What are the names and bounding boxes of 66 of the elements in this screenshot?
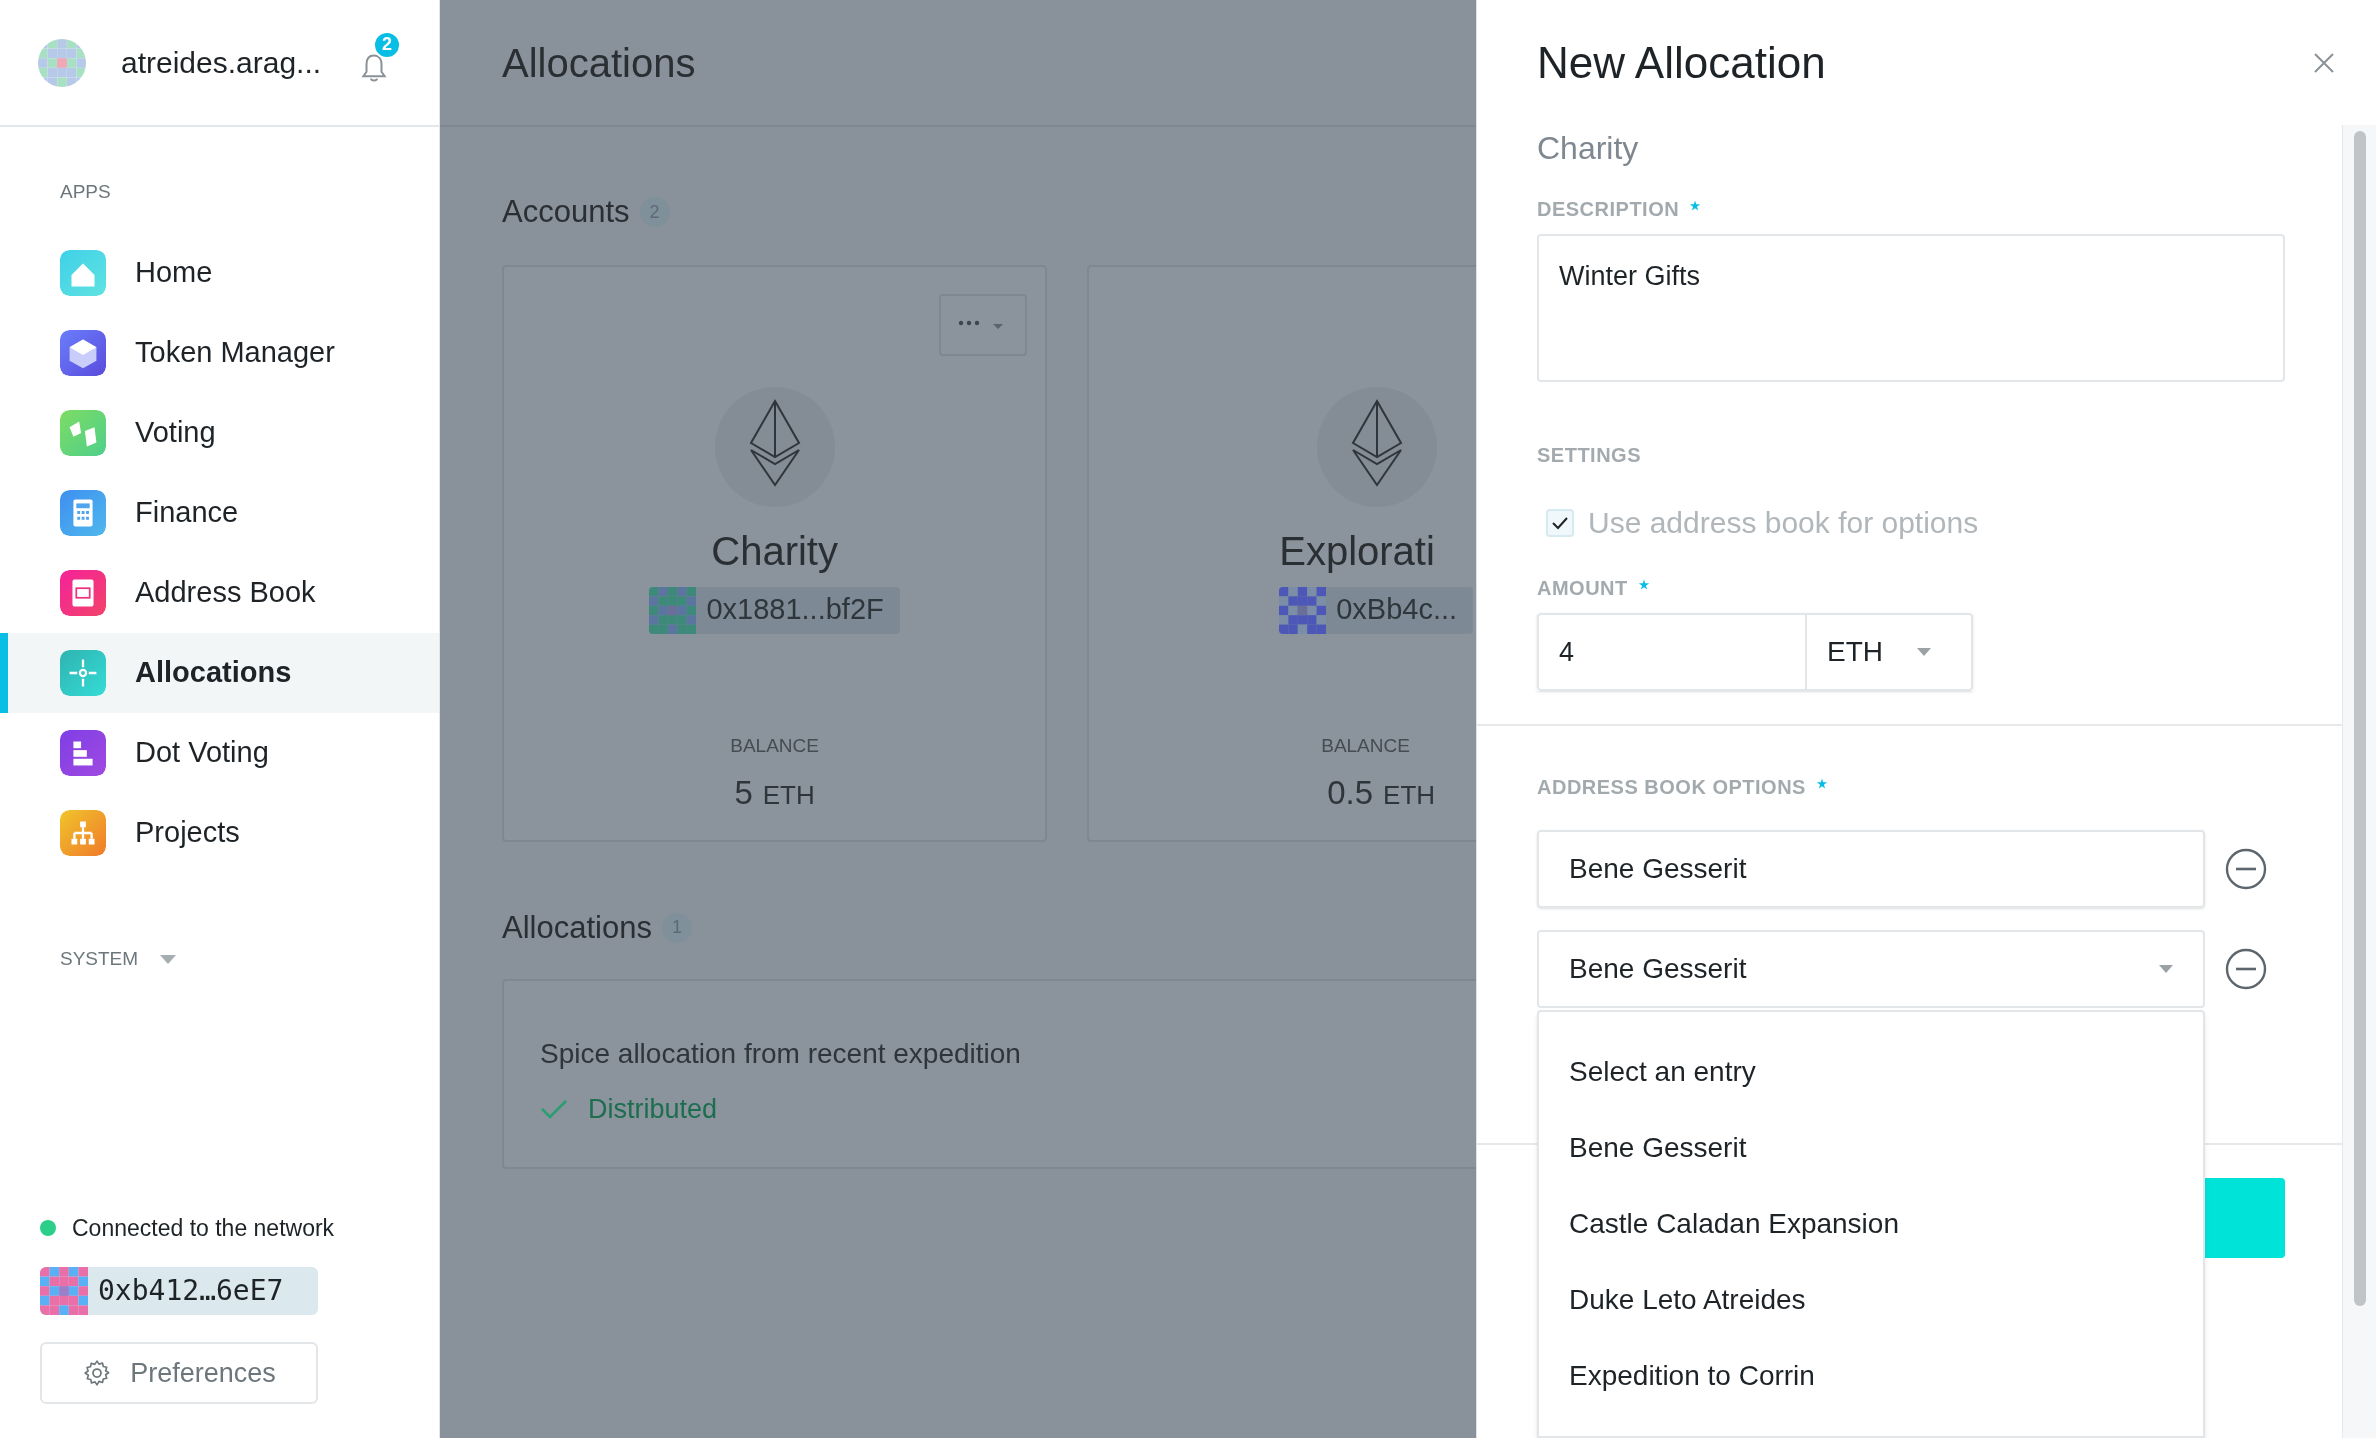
check-icon — [540, 1098, 568, 1121]
identicon-icon — [40, 1267, 88, 1315]
caret-icon — [1917, 648, 1931, 656]
home-app-icon — [60, 250, 106, 296]
entry-field[interactable]: Bene Gesserit — [1537, 830, 2205, 908]
panel-title: New Allocation — [1537, 36, 1826, 89]
addressbook-app-icon — [60, 570, 106, 616]
ethereum-icon — [714, 386, 835, 507]
section-heading: APPS — [59, 180, 112, 204]
remove-button[interactable] — [2225, 948, 2267, 990]
status-label: Distributed — [588, 1093, 718, 1126]
ethereum-icon — [1317, 386, 1438, 507]
amount-field[interactable]: 4 — [1537, 613, 1807, 691]
account-name: Charity — [711, 527, 838, 575]
minus-circle-icon — [2225, 848, 2267, 890]
token-app-icon — [60, 330, 106, 376]
minus-circle-icon — [2225, 948, 2267, 990]
dropdown-item[interactable]: Select an entry — [1539, 1034, 2203, 1110]
currency-unit: ETH — [1383, 779, 1436, 812]
field-label: AMOUNT — [1537, 576, 1628, 601]
section-heading: SYSTEM — [60, 947, 139, 971]
field-label: ADDRESS BOOK OPTIONS — [1537, 775, 1806, 800]
close-button[interactable] — [2312, 50, 2336, 75]
sidebar-item[interactable]: Allocations — [0, 633, 439, 713]
field-label: DESCRIPTION — [1537, 197, 1680, 222]
network-status: Connected to the network — [72, 1213, 335, 1243]
entry-select[interactable]: Bene Gesserit — [1537, 930, 2205, 1008]
caret-icon — [2159, 965, 2173, 973]
dropdown-item[interactable]: Expedition to Corrin — [1539, 1338, 2203, 1414]
panel-subtitle: Charity — [1537, 129, 1640, 168]
dropdown-item[interactable]: Castle Caladan Expansion — [1539, 1186, 2203, 1262]
identicon-icon — [649, 586, 697, 634]
account-name: Explorati — [1279, 527, 1435, 575]
description-field[interactable]: Winter Gifts — [1537, 234, 2285, 382]
close-icon — [2312, 50, 2336, 75]
section-heading: Accounts — [502, 193, 630, 231]
balance-label: BALANCE — [1321, 733, 1410, 758]
voting-app-icon — [60, 410, 106, 456]
notification-badge: 2 — [373, 30, 401, 59]
account-name: atreides.arag... — [121, 45, 322, 81]
checkbox[interactable] — [1546, 508, 1574, 537]
caret-icon[interactable] — [160, 954, 177, 964]
allocations-app-icon — [60, 650, 106, 696]
status-dot-icon — [40, 1219, 56, 1236]
identicon-icon — [1279, 586, 1327, 634]
balance-value: 5 — [734, 773, 753, 813]
avatar-icon — [38, 38, 86, 87]
dotvoting-app-icon — [60, 730, 106, 776]
section-heading: Allocations — [502, 908, 652, 947]
scrollbar-thumb[interactable] — [2353, 131, 2366, 1306]
checkbox-label: Use address book for options — [1588, 505, 1979, 541]
remove-button[interactable] — [2225, 848, 2267, 890]
currency-select[interactable]: ETH — [1807, 613, 1973, 691]
allocation-description: Spice allocation from recent expedition — [540, 1037, 1022, 1071]
field-label: SETTINGS — [1537, 443, 1641, 468]
dropdown-item[interactable]: Bene Gesserit — [1539, 1110, 2203, 1186]
address-badge[interactable]: 0xb412…6eE7 — [40, 1267, 318, 1315]
finance-app-icon — [60, 490, 106, 536]
currency-unit: ETH — [762, 779, 815, 812]
dropdown-item[interactable]: Duke Leto Atreides — [1539, 1262, 2203, 1338]
projects-app-icon — [60, 810, 106, 856]
balance-label: BALANCE — [730, 733, 819, 758]
check-icon — [1551, 515, 1569, 530]
page-title: Allocations — [502, 39, 696, 87]
balance-value: 0.5 — [1327, 773, 1374, 813]
preferences-button[interactable]: Preferences — [40, 1342, 318, 1404]
